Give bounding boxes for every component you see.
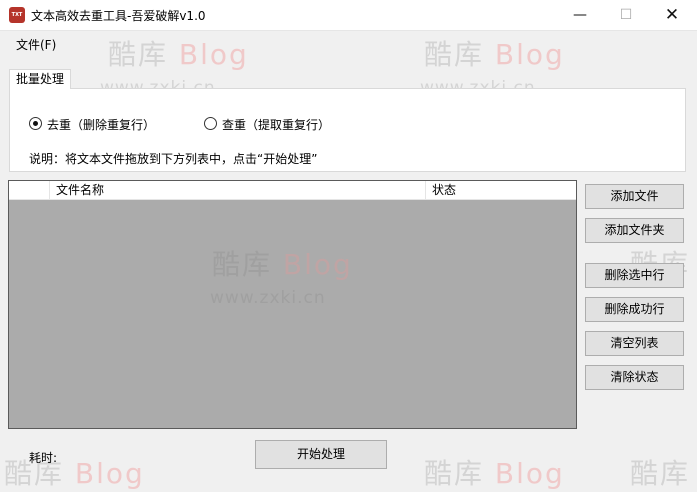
elapsed-time-label: 耗时: [29,451,58,465]
watermark-title: 酷库 Blog [4,457,145,490]
radio-selected-dot [33,121,38,126]
maximize-button[interactable]: ☐ [603,0,649,30]
radio-dedupe-label[interactable]: 去重（删除重复行） [47,116,155,133]
instructions-text: 说明：将文本文件拖放到下方列表中，点击“开始处理” [29,152,318,166]
window-title: 文本高效去重工具-吾爱破解v1.0 [31,9,206,23]
add-folder-button[interactable]: 添加文件夹 [585,218,684,243]
watermark-title: 酷库 Blog [424,457,565,490]
start-button[interactable]: 开始处理 [255,440,387,469]
watermark-title: 酷库 [630,457,691,490]
radio-extract-circle[interactable] [204,117,217,130]
close-button[interactable]: ✕ [649,0,695,30]
clear-list-button[interactable]: 清空列表 [585,331,684,356]
column-header-status[interactable]: 状态 [426,181,576,199]
list-header: 文件名称 状态 [9,181,576,200]
menu-bar: 文件(F) [0,31,697,53]
column-header-index[interactable] [9,181,50,199]
add-file-button[interactable]: 添加文件 [585,184,684,209]
column-header-filename[interactable]: 文件名称 [50,181,426,199]
clear-status-button[interactable]: 清除状态 [585,365,684,390]
tab-panel: 去重（删除重复行） 查重（提取重复行） 说明：将文本文件拖放到下方列表中，点击“… [9,88,686,172]
minimize-button[interactable]: — [557,0,603,30]
tab-batch-process[interactable]: 批量处理 [9,69,72,89]
radio-extract-label[interactable]: 查重（提取重复行） [222,116,330,133]
app-icon: TXT [9,7,25,23]
radio-dedupe-circle[interactable] [29,117,42,130]
delete-success-button[interactable]: 删除成功行 [585,297,684,322]
delete-selected-button[interactable]: 删除选中行 [585,263,684,288]
title-bar: TXT 文本高效去重工具-吾爱破解v1.0 — ☐ ✕ [0,0,697,31]
menu-file[interactable]: 文件(F) [16,36,56,53]
file-list[interactable]: 文件名称 状态 [8,180,577,429]
